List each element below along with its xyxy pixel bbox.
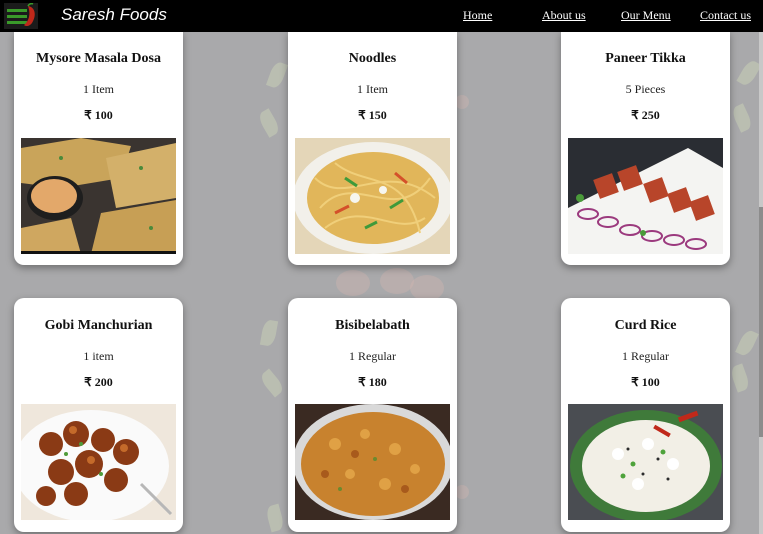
item-quantity: 1 Regular [622,349,669,363]
item-quantity: 5 Pieces [625,82,666,96]
menu-card-paneer-tikka[interactable]: Paneer Tikka 5 Pieces ₹ 250 [561,31,730,265]
paneer-tikka-photo [568,138,723,254]
item-price: ₹ 180 [358,375,387,389]
item-price: ₹ 200 [84,375,113,389]
menu-card-noodles[interactable]: Noodles 1 Item ₹ 150 [288,31,457,265]
menu-card-gobi-manchurian[interactable]: Gobi Manchurian 1 item ₹ 200 [14,298,183,532]
chili-logo-icon[interactable] [4,2,38,29]
menu-card-mysore-masala-dosa[interactable]: Mysore Masala Dosa 1 Item ₹ 100 [14,31,183,265]
menu-card-bisibelabath[interactable]: Bisibelabath 1 Regular ₹ 180 [288,298,457,532]
item-price: ₹ 100 [631,375,660,389]
bisibelabath-photo [295,404,450,520]
nav-menu-link[interactable]: Our Menu [621,8,671,23]
page-scrollbar[interactable] [759,32,763,534]
curd-rice-photo [568,404,723,520]
noodles-photo [295,138,450,254]
menu-card-curd-rice[interactable]: Curd Rice 1 Regular ₹ 100 [561,298,730,532]
top-navbar: Saresh Foods Home About us Our Menu Cont… [0,0,763,32]
item-name: Bisibelabath [335,318,410,333]
item-quantity: 1 Regular [349,349,396,363]
item-price: ₹ 250 [631,108,660,122]
item-name: Mysore Masala Dosa [36,51,161,66]
item-quantity: 1 item [83,349,114,363]
dosa-photo [21,138,176,254]
item-name: Paneer Tikka [605,51,686,66]
item-price: ₹ 100 [84,108,113,122]
scrollbar-thumb[interactable] [759,207,763,437]
item-price: ₹ 150 [358,108,387,122]
nav-about-link[interactable]: About us [542,8,586,23]
nav-home-link[interactable]: Home [463,8,492,23]
brand-name[interactable]: Saresh Foods [61,5,167,25]
nav-contact-link[interactable]: Contact us [700,8,751,23]
item-name: Noodles [348,51,397,66]
gobi-manchurian-photo [21,404,176,520]
item-quantity: 1 Item [83,82,114,96]
item-quantity: 1 Item [357,82,388,96]
item-name: Curd Rice [614,318,677,333]
item-name: Gobi Manchurian [44,318,153,333]
